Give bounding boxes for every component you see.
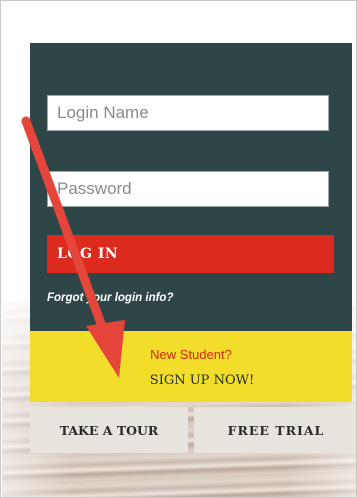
forgot-login-link[interactable]: Forgot your login info? [47, 292, 173, 304]
login-button[interactable]: LOG IN [47, 235, 334, 273]
password-input[interactable] [47, 171, 329, 207]
new-student-label: New Student? [150, 347, 232, 362]
free-trial-button[interactable]: FREE TRIAL [194, 407, 356, 453]
signup-now-link[interactable]: SIGN UP NOW! [30, 373, 352, 388]
login-panel: LOG IN Forgot your login info? [30, 43, 352, 331]
signup-banner[interactable]: New Student? SIGN UP NOW! [30, 331, 352, 402]
secondary-actions: TAKE A TOUR FREE TRIAL [30, 407, 356, 455]
take-a-tour-button[interactable]: TAKE A TOUR [30, 407, 188, 453]
login-name-input[interactable] [47, 95, 329, 131]
page-frame: LOG IN Forgot your login info? New Stude… [0, 0, 357, 498]
